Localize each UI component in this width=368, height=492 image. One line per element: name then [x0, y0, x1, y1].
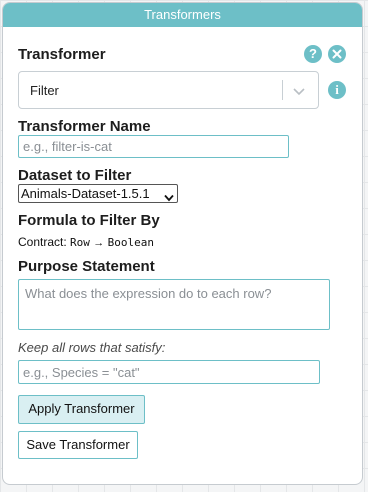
save-transformer-button[interactable]: Save Transformer: [18, 431, 138, 459]
chevron-down-icon: [164, 189, 174, 207]
info-icon[interactable]: i: [328, 81, 346, 99]
chevron-down-icon: [292, 84, 306, 102]
panel-title: Transformers: [3, 3, 362, 27]
help-icon[interactable]: ?: [304, 45, 322, 63]
contract-range: Boolean: [107, 236, 154, 249]
transformer-name-heading: Transformer Name: [18, 118, 151, 135]
purpose-heading: Purpose Statement: [18, 258, 155, 275]
dataset-select-value: Animals-Dataset-1.5.1: [21, 186, 150, 201]
formula-heading: Formula to Filter By: [18, 212, 160, 229]
purpose-textarea[interactable]: [18, 279, 330, 330]
filter-expression-input[interactable]: [18, 360, 320, 384]
dataset-select[interactable]: Animals-Dataset-1.5.1: [18, 184, 178, 203]
close-icon[interactable]: [328, 45, 346, 63]
dataset-heading: Dataset to Filter: [18, 167, 132, 184]
contract-domain: Row: [70, 236, 90, 249]
transformer-heading: Transformer: [18, 46, 106, 63]
keep-rows-label: Keep all rows that satisfy:: [18, 340, 166, 355]
transformer-name-input[interactable]: [18, 135, 289, 158]
select-divider: [282, 80, 283, 100]
transformer-select[interactable]: Filter: [18, 71, 319, 109]
contract-line: Contract: Row → Boolean: [18, 235, 154, 249]
contract-label: Contract:: [18, 235, 67, 249]
contract-arrow: →: [93, 237, 105, 249]
transformers-panel: Transformers Transformer ? Filter i Tran…: [2, 2, 363, 485]
transformer-select-value: Filter: [30, 83, 59, 98]
apply-transformer-button[interactable]: Apply Transformer: [18, 395, 145, 424]
